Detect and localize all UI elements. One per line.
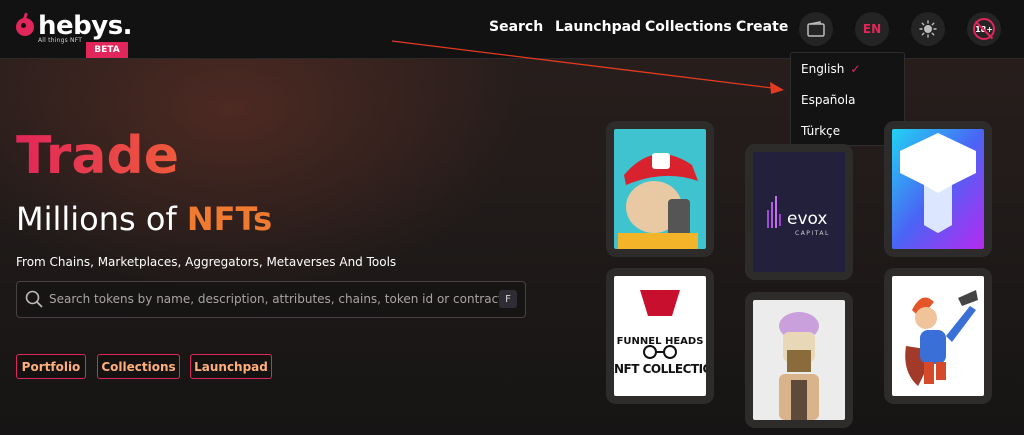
nft-image-cartoon-character [614,129,706,249]
hero-search-input[interactable]: Search tokens by name, description, attr… [16,281,526,318]
evox-logo-subtext: CAPITAL [795,230,830,237]
collections-button[interactable]: Collections [97,354,180,379]
nft-card[interactable] [745,292,853,428]
hero-subheadline: Millions of NFTs [16,203,272,235]
nft-card[interactable] [606,121,714,257]
nft-image-evox-capital: evox CAPITAL [753,152,845,272]
evox-logo-text: evox [787,209,828,229]
nft-image-flying-hero [892,276,984,396]
funnel-heads-title: FUNNEL HEADS [616,336,704,347]
portfolio-button[interactable]: Portfolio [16,354,86,379]
hero-headline: Trade [16,126,179,186]
search-placeholder: Search tokens by name, description, attr… [49,292,503,306]
hero-tagline: From Chains, Marketplaces, Aggregators, … [16,255,397,269]
nft-image-skeleton-character [753,300,845,420]
launchpad-button[interactable]: Launchpad [190,354,272,379]
subheadline-accent: NFTs [186,200,273,238]
search-icon [25,290,43,308]
search-shortcut-key: F [499,290,517,308]
funnel-heads-caption: NFT COLLECTION [614,362,706,376]
subheadline-prefix: Millions of [16,200,177,238]
nft-image-geometric-logo [892,129,984,249]
nft-card[interactable]: FUNNEL HEADS NFT COLLECTION [606,268,714,404]
nft-card[interactable]: evox CAPITAL [745,144,853,280]
nft-image-funnel-heads: FUNNEL HEADS NFT COLLECTION [614,276,706,396]
nft-card[interactable] [884,268,992,404]
nft-card[interactable] [884,121,992,257]
